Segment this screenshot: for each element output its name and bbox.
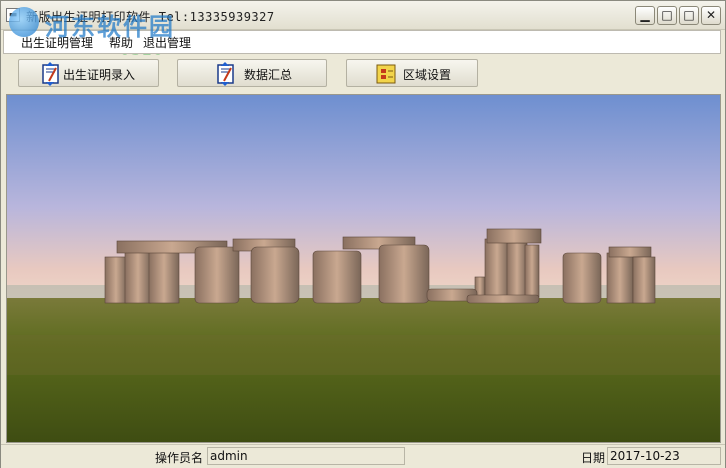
- data-summary-label: 数据汇总: [244, 68, 293, 82]
- region-settings-label: 区域设置: [403, 68, 452, 82]
- menu-help[interactable]: 帮助: [109, 34, 133, 51]
- region-settings-icon: [376, 64, 396, 84]
- close-button[interactable]: ✕: [701, 6, 721, 25]
- status-bar: 操作员名 admin 日期 2017-10-23: [1, 444, 725, 468]
- window-title: 新版出生证明打印软件 Tel:13335939327: [26, 10, 275, 24]
- operator-label: 操作员名: [155, 451, 204, 465]
- toolbar: 出生证明录入 数据汇总 区域设置: [1, 55, 725, 93]
- date-value: 2017-10-23: [607, 447, 721, 465]
- birth-certificate-entry-label: 出生证明录入: [63, 68, 136, 82]
- background-landscape-image: [6, 94, 721, 443]
- book-edit-icon: [42, 62, 59, 86]
- maximize-button[interactable]: □: [679, 6, 699, 25]
- data-summary-button[interactable]: 数据汇总: [177, 59, 327, 87]
- operator-value: admin: [207, 447, 405, 465]
- title-bar[interactable]: ▬ 新版出生证明打印软件 Tel:13335939327 ▁ □ □ ✕: [1, 1, 725, 30]
- menu-birth-certificate-management[interactable]: 出生证明管理: [21, 34, 93, 51]
- menu-bar: 出生证明管理 帮助 退出管理: [3, 30, 721, 54]
- stonehenge-photo: [7, 95, 720, 442]
- birth-certificate-entry-button[interactable]: 出生证明录入: [18, 59, 159, 87]
- region-settings-button[interactable]: 区域设置: [346, 59, 478, 87]
- date-label: 日期: [581, 451, 606, 465]
- menu-exit-management[interactable]: 退出管理: [143, 34, 191, 51]
- restore-button[interactable]: □: [657, 6, 677, 25]
- app-window: ▬ 新版出生证明打印软件 Tel:13335939327 ▁ □ □ ✕ 出生证…: [0, 0, 726, 468]
- book-edit-icon: [217, 62, 234, 86]
- window-menu-icon[interactable]: ▬: [6, 8, 20, 22]
- minimize-button[interactable]: ▁: [635, 6, 655, 25]
